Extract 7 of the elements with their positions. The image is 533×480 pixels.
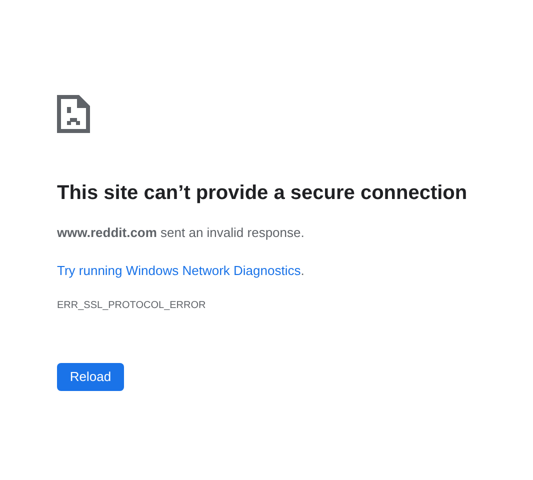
diagnostics-link[interactable]: Try running Windows Network Diagnostics bbox=[57, 262, 301, 278]
error-heading: This site can’t provide a secure connection bbox=[57, 181, 468, 206]
error-code: ERR_SSL_PROTOCOL_ERROR bbox=[57, 299, 206, 313]
reload-button[interactable]: Reload bbox=[57, 363, 124, 391]
suggestion-text: Try running Windows Network Diagnostics. bbox=[57, 262, 304, 280]
error-message: www.reddit.com sent an invalid response. bbox=[57, 224, 304, 242]
sad-page-icon bbox=[57, 95, 90, 133]
